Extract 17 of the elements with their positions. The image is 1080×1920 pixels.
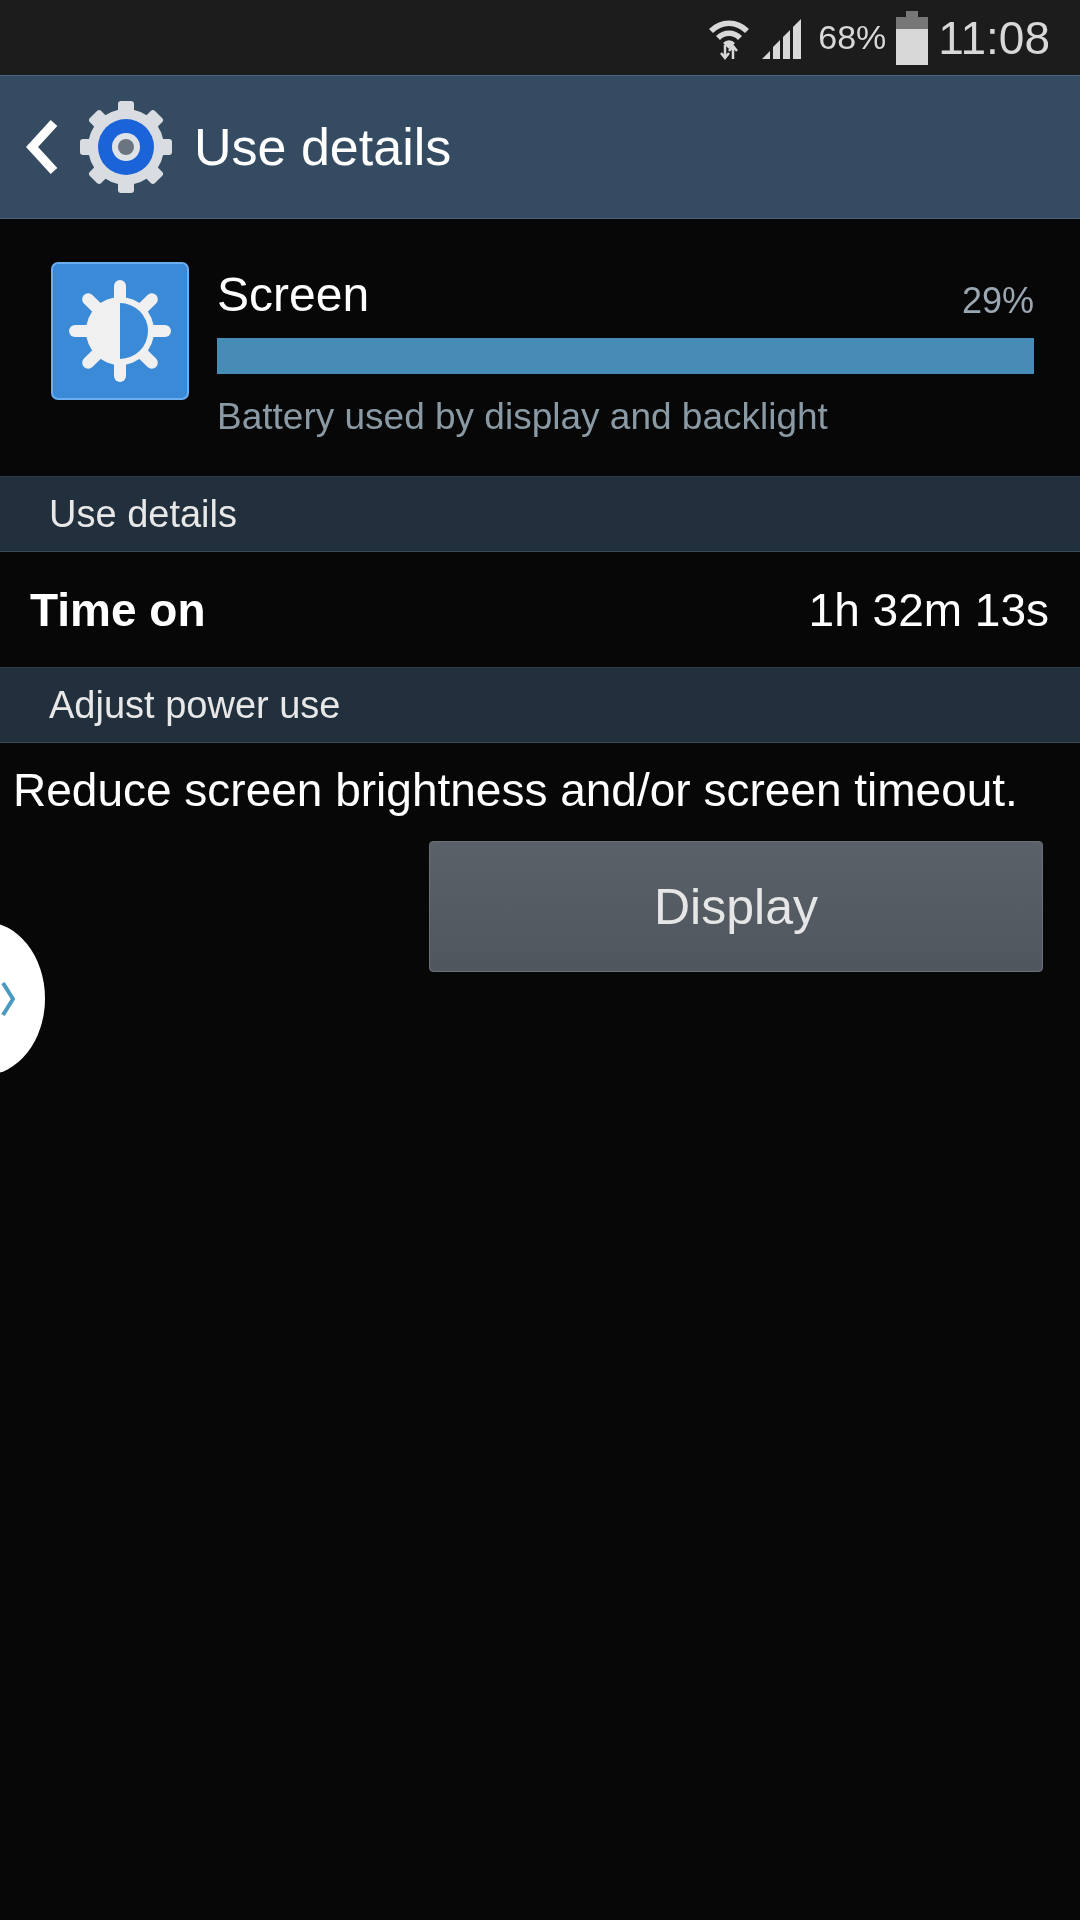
time-value: 1h 32m 13s (808, 582, 1049, 637)
brightness-app-icon (51, 262, 189, 400)
gear-icon (78, 99, 174, 195)
app-name: Screen (217, 267, 370, 322)
clock-time: 11:08 (938, 10, 1050, 65)
usage-percent: 29% (961, 280, 1034, 322)
battery-icon (896, 10, 929, 65)
advice-text: Reduce screen brightness and/or screen timeout. (13, 763, 1019, 818)
time-label: Time on (30, 582, 206, 637)
usage-description: Battery used by display and backlight (217, 396, 829, 438)
page-title: Use details (194, 117, 452, 177)
section-title: Adjust power use (49, 683, 341, 727)
section-title: Use details (49, 492, 237, 536)
battery-percent: 68% (818, 18, 887, 57)
display-button[interactable]: Display (429, 841, 1043, 972)
back-button[interactable] (26, 119, 58, 175)
chevron-icon (1, 980, 15, 1017)
